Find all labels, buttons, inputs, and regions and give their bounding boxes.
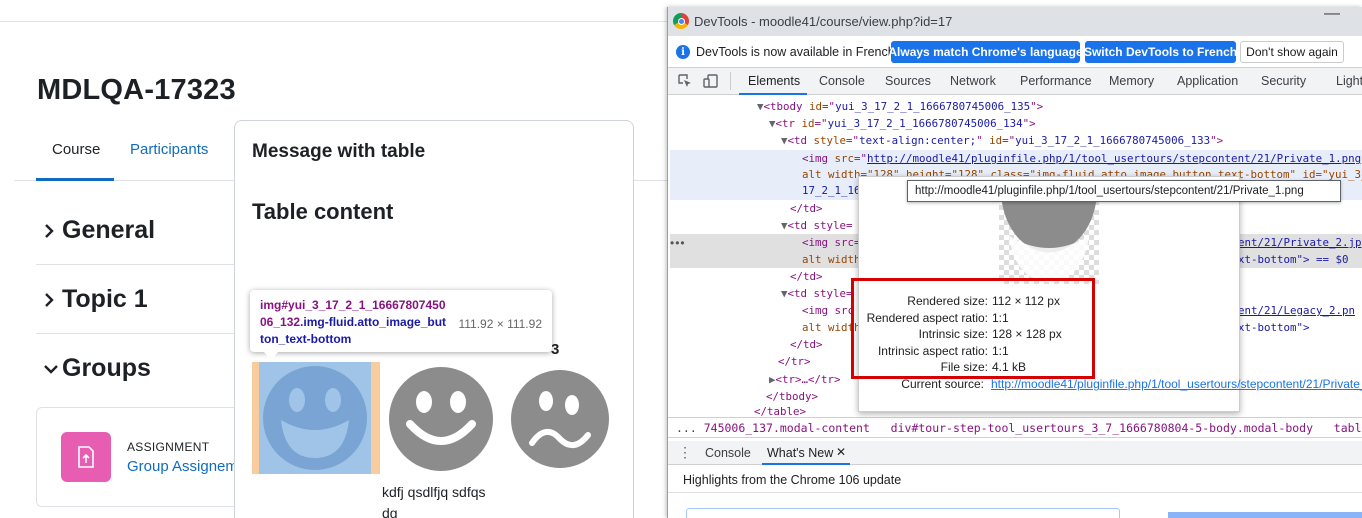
chrome-logo-icon bbox=[673, 13, 689, 29]
tab-course[interactable]: Course bbox=[52, 141, 100, 158]
activity-type-label: ASSIGNMENT bbox=[127, 440, 210, 454]
tooltip-size: 111.92 × 111.92 bbox=[458, 317, 542, 331]
section-divider bbox=[36, 264, 236, 265]
whats-new-card[interactable] bbox=[686, 508, 1120, 518]
annotation-highlight-box bbox=[851, 278, 1095, 379]
tree-node-img-src[interactable]: ent/21/Private_2.jp bbox=[1238, 234, 1362, 251]
tree-node-td[interactable]: ▼<td style= bbox=[781, 217, 853, 234]
assignment-icon bbox=[61, 432, 111, 482]
tree-node-img-attrs[interactable]: xt-bottom"> bbox=[1238, 319, 1310, 336]
toolbar-separator bbox=[730, 72, 731, 90]
tree-node-img[interactable]: <img src="http://moodle41/pluginfile.php… bbox=[802, 150, 1362, 167]
breadcrumb-item[interactable]: 745006_137.modal-content bbox=[704, 421, 870, 435]
table-cell-text: kdfj qsdlfjq sdfqs dg bbox=[382, 484, 486, 518]
tree-node-td[interactable]: ▼<td style="text-align:center;" id="yui_… bbox=[781, 132, 1223, 149]
tree-node-td-close[interactable]: </td> bbox=[790, 200, 823, 217]
section-title[interactable]: Topic 1 bbox=[62, 285, 148, 314]
row-actions-icon[interactable]: ••• bbox=[670, 236, 686, 250]
dom-breadcrumbs: ... 745006_137.modal-content div#tour-st… bbox=[668, 417, 1362, 438]
switch-to-french-button[interactable]: Switch DevTools to French bbox=[1084, 41, 1237, 63]
tree-node-img-attrs[interactable]: alt width bbox=[802, 251, 861, 268]
tab-console[interactable]: Console bbox=[819, 74, 865, 88]
section-title[interactable]: Groups bbox=[62, 354, 151, 383]
active-tab-indicator bbox=[36, 178, 114, 181]
section-general[interactable]: General bbox=[36, 216, 236, 245]
close-icon[interactable]: ✕ bbox=[836, 445, 846, 459]
tree-node-img[interactable]: <img src bbox=[802, 302, 854, 319]
tab-elements[interactable]: Elements bbox=[748, 74, 800, 88]
activity-link[interactable]: Group Assignement bbox=[127, 458, 235, 475]
breadcrumb-overflow[interactable]: ... bbox=[676, 421, 697, 435]
section-topic-1[interactable]: Topic 1 bbox=[36, 285, 236, 314]
tab-application[interactable]: Application bbox=[1177, 74, 1238, 88]
dont-show-again-button[interactable]: Don't show again bbox=[1240, 41, 1344, 63]
tree-node-td-close[interactable]: </td> bbox=[790, 336, 823, 353]
modal-title: Message with table bbox=[252, 141, 426, 162]
image-preview bbox=[999, 190, 1099, 284]
tab-security[interactable]: Security bbox=[1261, 74, 1306, 88]
active-tab-indicator bbox=[762, 463, 850, 465]
page-title: MDLQA-17323 bbox=[37, 74, 236, 106]
breadcrumb-item[interactable]: table#yui_3_17_2_1_166678 bbox=[1334, 421, 1362, 435]
drawer-menu-icon[interactable]: ⋮ bbox=[678, 444, 692, 461]
section-divider bbox=[36, 333, 236, 334]
breadcrumb-item[interactable]: div#tour-step-tool_usertours_3_7_1666780… bbox=[891, 421, 1313, 435]
divider bbox=[668, 492, 1362, 493]
chevron-right-icon[interactable] bbox=[36, 292, 62, 307]
tree-node-td[interactable]: ▼<td style= bbox=[781, 285, 853, 302]
tree-node-td-close[interactable]: </td> bbox=[790, 268, 823, 285]
device-toolbar-icon[interactable] bbox=[703, 73, 719, 89]
url-tooltip: http://moodle41/pluginfile.php/1/tool_us… bbox=[907, 180, 1341, 202]
chevron-down-icon[interactable] bbox=[36, 364, 62, 374]
chevron-right-icon[interactable] bbox=[36, 223, 62, 238]
whats-new-card-image bbox=[1168, 512, 1362, 518]
tree-node-tr-close[interactable]: </tr> bbox=[778, 353, 811, 370]
element-inspect-tooltip: img#yui_3_17_2_1_1666780745006_132.img-f… bbox=[250, 290, 552, 352]
active-tab-indicator bbox=[739, 93, 807, 95]
image-private-2[interactable] bbox=[388, 366, 494, 472]
tree-node-tr-collapsed[interactable]: ▶<tr>…</tr> bbox=[769, 371, 841, 388]
infobar-text: DevTools is now available in French! bbox=[696, 45, 899, 59]
window-title: DevTools - moodle41/course/view.php?id=1… bbox=[694, 14, 953, 29]
always-match-language-button[interactable]: Always match Chrome's language bbox=[888, 41, 1083, 63]
tab-performance[interactable]: Performance bbox=[1020, 74, 1092, 88]
tab-network[interactable]: Network bbox=[950, 74, 996, 88]
preview-source-label: Current source: bbox=[901, 377, 984, 391]
whats-new-heading: Highlights from the Chrome 106 update bbox=[683, 473, 902, 487]
tree-node-img[interactable]: <img src= bbox=[802, 234, 861, 251]
column-label: 3 bbox=[551, 341, 560, 358]
preview-source-link[interactable]: http://moodle41/pluginfile.php/1/tool_us… bbox=[991, 377, 1362, 392]
tooltip-arrow bbox=[263, 351, 279, 360]
modal-heading: Table content bbox=[252, 199, 394, 224]
image-private-1[interactable] bbox=[259, 362, 371, 474]
info-icon: i bbox=[676, 45, 690, 59]
tab-participants[interactable]: Participants bbox=[130, 141, 208, 158]
image-legacy-2[interactable] bbox=[510, 369, 610, 469]
inspect-element-icon[interactable] bbox=[677, 73, 693, 89]
tree-node-tbody[interactable]: ▼<tbody id="yui_3_17_2_1_1666780745006_1… bbox=[757, 98, 1043, 115]
header-divider bbox=[0, 21, 668, 22]
drawer-tab-console[interactable]: Console bbox=[705, 446, 751, 460]
tree-node-img-src[interactable]: ent/21/Legacy_2.pn bbox=[1238, 302, 1355, 319]
tab-sources[interactable]: Sources bbox=[885, 74, 931, 88]
minimize-button[interactable]: — bbox=[1324, 5, 1340, 23]
tab-lighthouse[interactable]: Light bbox=[1336, 74, 1362, 88]
drawer-tab-whats-new[interactable]: What's New bbox=[767, 446, 833, 460]
section-title[interactable]: General bbox=[62, 216, 155, 245]
tree-node-tr[interactable]: ▼<tr id="yui_3_17_2_1_1666780745006_134"… bbox=[769, 115, 1036, 132]
tree-node-img-attrs[interactable]: xt-bottom"> == $0 bbox=[1238, 251, 1349, 268]
tab-memory[interactable]: Memory bbox=[1109, 74, 1154, 88]
tooltip-selector: img#yui_3_17_2_1_1666780745006_132.img-f… bbox=[260, 298, 447, 346]
section-groups[interactable]: Groups bbox=[36, 354, 236, 383]
